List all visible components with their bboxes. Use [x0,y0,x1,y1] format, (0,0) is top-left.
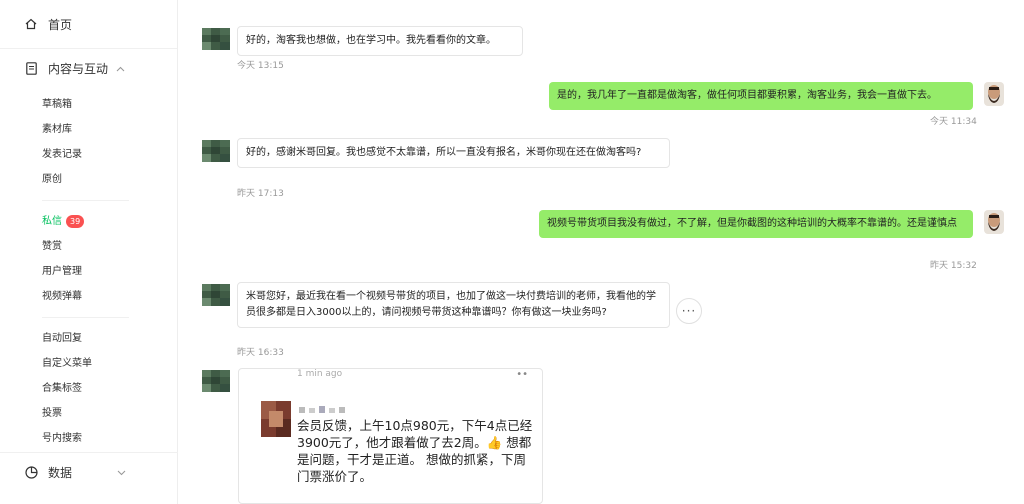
avatar[interactable] [202,370,230,392]
avatar[interactable] [202,140,230,162]
sidebar-item-drafts[interactable]: 草稿箱 [0,92,177,117]
message-bubble-outgoing: 是的，我几年了一直都是做淘客，做任何项目都要积累，淘客业务，我会一直做下去。 [549,82,973,110]
message-bubble-incoming: 米哥您好，最近我在看一个视频号带货的项目，也加了做这一块付费培训的老师，我看他的… [237,282,670,328]
sidebar-item-vote[interactable]: 投票 [0,401,177,426]
unread-badge: 39 [66,214,85,228]
message-timestamp: 昨天 15:32 [930,261,977,271]
more-options-button[interactable]: ··· [676,298,702,324]
avatar[interactable] [984,82,1004,106]
avatar[interactable] [984,210,1004,234]
sidebar-item-custom-menu[interactable]: 自定义菜单 [0,351,177,376]
nav-group-data-label: 数据 [48,466,73,480]
message-timestamp: 昨天 17:13 [237,189,284,199]
image-post-text: 会员反馈，上午10点980元，下午4点已经3900元了，他才跟着做了去2周。👍 … [297,418,533,484]
avatar[interactable] [202,28,230,50]
sidebar-item-users[interactable]: 用户管理 [0,259,177,284]
message-image[interactable]: 1 min ago •• 会员反馈，上午10点980元，下午4点已经3900元了… [238,368,543,504]
message-bubble-incoming: 好的，淘客我也想做，也在学习中。我先看看你的文章。 [237,26,523,56]
sidebar-item-messages-label: 私信 [42,216,62,227]
divider [42,200,129,201]
sidebar-item-publish-records[interactable]: 发表记录 [0,142,177,167]
sidebar-item-original[interactable]: 原创 [0,167,177,192]
document-icon [24,62,38,76]
divider [42,317,129,318]
message-timestamp: 今天 13:15 [237,61,284,71]
image-time-text: 1 min ago [297,369,343,379]
sidebar: 首页 内容与互动 草稿箱 素材库 发表记录 原创 私信 39 赞赏 用户管理 视频… [0,0,178,504]
sidebar-item-search[interactable]: 号内搜索 [0,426,177,451]
message-timestamp: 昨天 16:33 [237,348,284,358]
message-timestamp: 今天 11:34 [930,117,977,127]
chevron-down-icon [116,468,126,478]
image-dots: •• [516,369,528,380]
content-items: 草稿箱 素材库 发表记录 原创 [0,88,177,196]
nav-group-content[interactable]: 内容与互动 [0,48,177,88]
message-bubble-incoming: 好的，感谢米哥回复。我也感觉不太靠谱，所以一直没有报名，米哥你现在还在做淘客吗? [237,138,670,168]
sidebar-item-danmaku[interactable]: 视频弹幕 [0,284,177,309]
profile-thumbnail [261,401,291,437]
nav-group-data[interactable]: 数据 [0,452,178,492]
sidebar-item-auto-reply[interactable]: 自动回复 [0,326,177,351]
home-icon [24,17,38,31]
blurred-name [299,403,347,413]
nav-home[interactable]: 首页 [0,0,177,48]
nav-group-content-label: 内容与互动 [48,62,109,76]
pie-chart-icon [24,466,38,480]
sidebar-item-materials[interactable]: 素材库 [0,117,177,142]
sidebar-item-collection-tags[interactable]: 合集标签 [0,376,177,401]
message-bubble-outgoing: 视频号带货项目我没有做过，不了解，但是你截图的这种培训的大概率不靠谱的。还是谨慎… [539,210,973,238]
sidebar-item-rewards[interactable]: 赞赏 [0,234,177,259]
avatar[interactable] [202,284,230,306]
sidebar-item-messages[interactable]: 私信 39 [0,209,177,234]
ellipsis-icon: ··· [681,304,697,318]
chevron-up-icon [115,64,125,74]
tool-items: 自动回复 自定义菜单 合集标签 投票 号内搜索 [0,322,177,455]
interaction-items: 私信 39 赞赏 用户管理 视频弹幕 [0,205,177,313]
nav-home-label: 首页 [48,17,73,32]
